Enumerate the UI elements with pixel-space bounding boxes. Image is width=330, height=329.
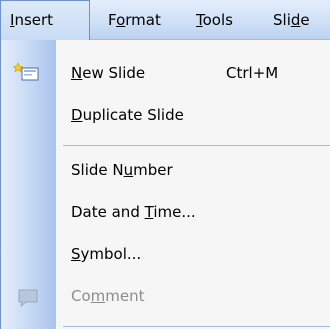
duplicate-slide-label: Duplicate Slide bbox=[71, 94, 184, 136]
slide-number-accesskey: u bbox=[123, 161, 134, 179]
menu-format[interactable]: Format bbox=[108, 0, 161, 40]
powerpoint-menu-screenshot: Insert Format Tools Slide New Slide Ctrl… bbox=[0, 0, 330, 329]
menu-tools-accesskey: T bbox=[196, 11, 203, 29]
menu-slide-accesskey: d bbox=[290, 11, 301, 29]
menu-item-slide-number[interactable]: Slide Number bbox=[1, 149, 330, 191]
menu-tools-label-b: ools bbox=[202, 11, 233, 29]
symbol-label: Symbol... bbox=[71, 233, 141, 275]
slide-number-label-b: mber bbox=[133, 161, 173, 179]
menu-format-label-b: rmat bbox=[125, 11, 161, 29]
menu-item-duplicate-slide[interactable]: Duplicate Slide bbox=[1, 94, 330, 136]
duplicate-slide-label-b: uplicate Slide bbox=[82, 106, 184, 124]
symbol-accesskey: S bbox=[71, 245, 81, 263]
duplicate-slide-accesskey: D bbox=[71, 106, 83, 124]
new-slide-label-b: ew Slide bbox=[82, 64, 146, 82]
comment-accesskey: m bbox=[90, 287, 106, 305]
date-and-time-label-a: Date and bbox=[71, 203, 145, 221]
menu-slide-label-a: Sli bbox=[273, 11, 291, 29]
menu-bar: Insert Format Tools Slide bbox=[0, 0, 330, 40]
menu-item-new-slide[interactable]: New Slide Ctrl+M bbox=[1, 52, 330, 94]
new-slide-shortcut: Ctrl+M bbox=[226, 64, 279, 82]
menu-format-accesskey: o bbox=[116, 11, 126, 29]
symbol-label-b: ymbol... bbox=[80, 245, 142, 263]
date-and-time-label: Date and Time... bbox=[71, 191, 196, 233]
comment-label-b: ment bbox=[105, 287, 145, 305]
menu-format-label-a: F bbox=[108, 11, 117, 29]
menu-tools[interactable]: Tools bbox=[196, 0, 233, 40]
slide-number-label-a: Slide N bbox=[71, 161, 124, 179]
comment-label: Comment bbox=[71, 275, 145, 317]
menu-insert-label-b: nsert bbox=[14, 11, 54, 29]
menu-insert[interactable]: Insert bbox=[0, 0, 90, 40]
menu-separator-bottom bbox=[63, 326, 330, 327]
new-slide-label: New Slide bbox=[71, 52, 145, 94]
menu-item-symbol[interactable]: Symbol... bbox=[1, 233, 330, 275]
menu-item-date-and-time[interactable]: Date and Time... bbox=[1, 191, 330, 233]
date-and-time-label-b: ime... bbox=[153, 203, 196, 221]
new-slide-icon bbox=[13, 62, 39, 81]
comment-icon bbox=[18, 289, 38, 307]
insert-dropdown-menu: New Slide Ctrl+M Duplicate Slide Slide N… bbox=[0, 40, 330, 329]
comment-label-a: Co bbox=[71, 287, 91, 305]
menu-slide-show[interactable]: Slide bbox=[273, 0, 310, 40]
menu-slide-label-b: e bbox=[300, 11, 310, 29]
menu-separator bbox=[63, 145, 330, 146]
menu-item-comment: Comment bbox=[1, 275, 330, 317]
slide-number-label: Slide Number bbox=[71, 149, 173, 191]
new-slide-accesskey: N bbox=[71, 64, 83, 82]
date-and-time-accesskey: T bbox=[144, 203, 154, 221]
